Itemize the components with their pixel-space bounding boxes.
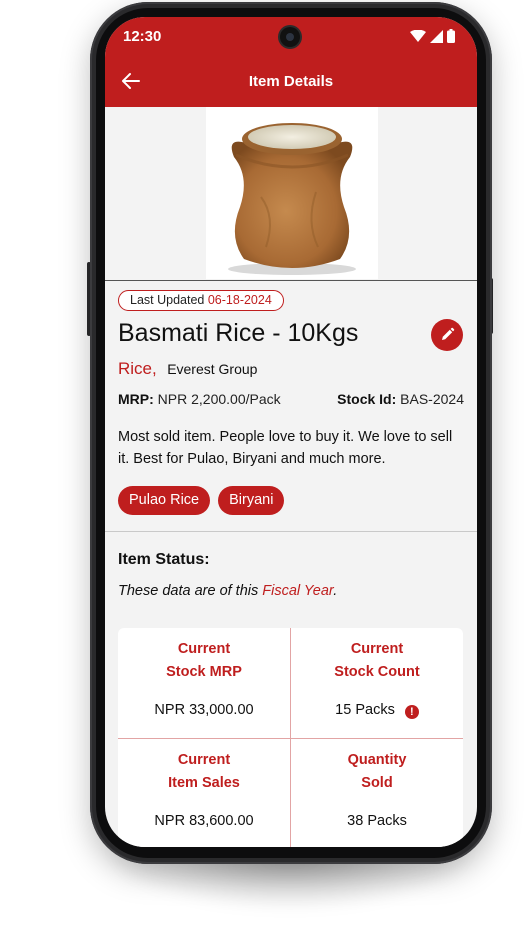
stat-label-line: Quantity xyxy=(347,752,407,768)
item-description: Most sold item. People love to buy it. W… xyxy=(118,429,453,467)
stat-label: Current Stock Count xyxy=(291,638,463,684)
stat-label: Current Stock MRP xyxy=(118,638,290,684)
note-suffix: . xyxy=(333,583,338,599)
item-category: Rice, xyxy=(118,359,157,378)
top-nav: Item Details xyxy=(105,65,477,101)
app-bar: 12:30 Item Details xyxy=(105,17,477,107)
stat-quantity-sold: Quantity Sold 38 Packs xyxy=(291,739,463,847)
status-icons xyxy=(410,29,455,43)
status-bar: 12:30 xyxy=(105,17,477,57)
status-time: 12:30 xyxy=(123,28,162,45)
stat-label: Quantity Sold xyxy=(291,749,463,795)
item-status-note: These data are of this Fiscal Year. xyxy=(118,583,337,599)
mrp-value: NPR 2,200.00/Pack xyxy=(157,391,281,407)
last-updated-label: Last Updated xyxy=(130,293,205,307)
image-divider xyxy=(105,280,477,281)
stat-label-line: Sold xyxy=(361,775,393,791)
note-prefix: These data are of this xyxy=(118,583,263,599)
stat-value: NPR 83,600.00 xyxy=(154,813,254,829)
signal-icon xyxy=(430,29,443,43)
item-name: Basmati Rice - 10Kgs xyxy=(118,319,359,347)
last-updated-badge: Last Updated 06-18-2024 xyxy=(118,290,284,311)
pencil-icon xyxy=(442,327,455,340)
stat-value-row: 15 Packs! xyxy=(291,702,463,719)
product-image xyxy=(206,107,378,279)
stock-id-value: BAS-2024 xyxy=(400,391,464,407)
camera-cutout xyxy=(280,27,300,47)
tag-chip[interactable]: Biryani xyxy=(218,486,285,515)
grid-horizontal-divider xyxy=(118,738,463,739)
wifi-icon xyxy=(410,29,426,42)
tag-list: Pulao Rice Biryani xyxy=(118,486,285,515)
edit-button[interactable] xyxy=(431,319,463,351)
fiscal-year-link: Fiscal Year xyxy=(262,583,334,599)
stat-label-line: Current xyxy=(177,641,231,657)
stat-label-line: Current xyxy=(177,752,231,768)
stat-value: 15 Packs xyxy=(335,702,395,718)
page-title: Item Details xyxy=(248,73,334,90)
battery-icon xyxy=(447,29,455,43)
stat-label-line: Item Sales xyxy=(168,775,240,791)
item-status-title: Item Status: xyxy=(118,551,210,568)
stat-label: Current Item Sales xyxy=(118,749,290,795)
stat-value: 38 Packs xyxy=(347,813,407,829)
category-row: Rice, Everest Group xyxy=(118,359,257,379)
mrp-label: MRP: xyxy=(118,391,154,407)
exclamation-circle-icon[interactable]: ! xyxy=(404,705,419,719)
last-updated-date: 06-18-2024 xyxy=(207,293,272,307)
rice-sack-image xyxy=(228,123,356,275)
product-image-section xyxy=(105,107,477,281)
stat-label-line: Current xyxy=(350,641,404,657)
stat-current-stock-mrp: Current Stock MRP NPR 33,000.00 xyxy=(118,628,290,739)
stat-current-stock-count: Current Stock Count 15 Packs! xyxy=(291,628,463,739)
stat-value: NPR 33,000.00 xyxy=(154,702,254,718)
section-divider xyxy=(105,531,477,532)
stat-label-line: Stock Count xyxy=(334,664,420,680)
stock-id: Stock Id: BAS-2024 xyxy=(337,391,464,407)
stat-current-item-sales: Current Item Sales NPR 83,600.00 xyxy=(118,739,290,847)
stock-id-label: Stock Id: xyxy=(337,391,397,407)
app-screen: 12:30 Item Details Last Updated 06-18-20… xyxy=(105,17,477,847)
stat-label-line: Stock MRP xyxy=(166,664,242,680)
status-grid: Current Stock MRP NPR 33,000.00 Current … xyxy=(118,628,463,847)
price-row: MRP: NPR 2,200.00/Pack Stock Id: BAS-202… xyxy=(118,391,464,407)
tag-chip[interactable]: Pulao Rice xyxy=(118,486,211,515)
item-brand: Everest Group xyxy=(167,361,258,377)
